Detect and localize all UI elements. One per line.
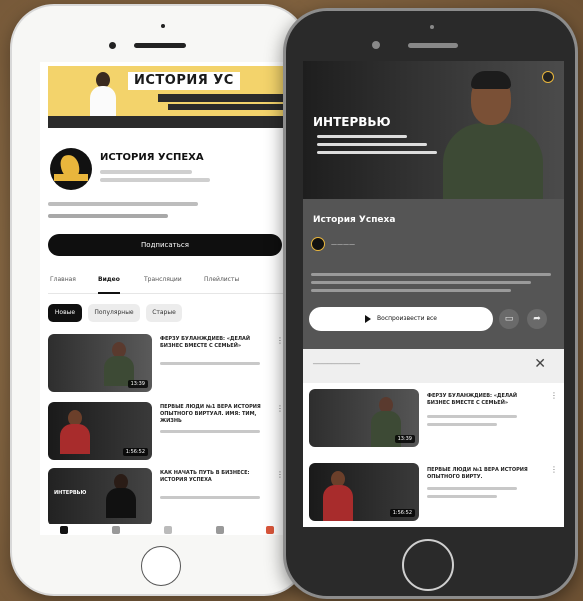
chip-new[interactable]: Новые (48, 304, 82, 322)
home-button[interactable] (402, 539, 454, 591)
video-meta (160, 496, 260, 499)
video-duration: 13:39 (394, 435, 415, 443)
video-title[interactable]: ПЕРВЫЕ ЛЮДИ №1 ВЕРА ИСТОРИЯ ОПЫТНОГО ВИР… (160, 404, 270, 425)
camera-dot (161, 24, 165, 28)
thumbnail-tag: ИНТЕРВЬЮ (54, 490, 87, 496)
chip-old[interactable]: Старые (146, 304, 182, 322)
tab-home[interactable]: Главная (50, 276, 76, 283)
banner-title: ИСТОРИЯ УС (128, 72, 240, 90)
earpiece-speaker (408, 43, 458, 48)
channel-description[interactable] (48, 202, 198, 206)
video-meta (160, 430, 260, 433)
chip-popular[interactable]: Популярные (88, 304, 140, 322)
channel-stats (100, 178, 210, 182)
playlist-screen: ИНТЕРВЬЮ История Успеха ———— Воспроизвес… (303, 61, 564, 527)
home-icon[interactable] (60, 526, 68, 534)
camera-dot (430, 25, 434, 29)
more-vert-icon[interactable]: ⋮ (550, 391, 558, 400)
video-meta (427, 415, 517, 418)
dark-phone: ИНТЕРВЬЮ История Успеха ———— Воспроизвес… (283, 8, 578, 599)
home-button[interactable] (141, 546, 181, 586)
video-meta (160, 362, 260, 365)
front-camera (109, 42, 116, 49)
earpiece-speaker (134, 43, 186, 48)
white-phone: ИСТОРИЯ УС ИСТОРИЯ УСПЕХА Подписаться Гл… (10, 4, 308, 596)
tab-streams[interactable]: Трансляции (144, 276, 182, 283)
channel-handle[interactable]: ———— (331, 241, 355, 248)
video-row[interactable]: 1:56:52 ПЕРВЫЕ ЛЮДИ №1 ВЕРА ИСТОРИЯ ОПЫТ… (48, 402, 286, 460)
channel-banner: ИСТОРИЯ УС (48, 66, 284, 128)
channel-tabs: Главная Видео Трансляции Плейлисты (48, 272, 284, 294)
video-duration: 13:39 (127, 380, 148, 388)
channel-handle (100, 170, 192, 174)
save-playlist-icon[interactable]: ▭ (499, 309, 519, 329)
video-thumbnail[interactable]: 1:56:52 (309, 463, 419, 521)
video-row[interactable]: 13:39 ФЕРЗУ БУЛАНЖДИЕВ: «ДЕЛАЙ БИЗНЕС ВМ… (48, 334, 286, 392)
share-icon[interactable]: ➦ (527, 309, 547, 329)
more-vert-icon[interactable]: ⋮ (550, 465, 558, 474)
video-thumbnail[interactable]: ИНТЕРВЬЮ (48, 468, 152, 526)
bottom-nav (40, 524, 292, 535)
profile-icon[interactable] (266, 526, 274, 534)
channel-screen: ИСТОРИЯ УС ИСТОРИЯ УСПЕХА Подписаться Гл… (40, 62, 292, 535)
close-icon[interactable]: ✕ (534, 356, 546, 372)
channel-badge-icon (542, 71, 554, 83)
playlist-channel-name: История Успеха (313, 215, 396, 225)
search-placeholder: ───────────── (313, 361, 360, 368)
video-title[interactable]: ПЕРВЫЕ ЛЮДИ №1 ВЕРА ИСТОРИЯ ОПЫТНОГО ВИР… (427, 467, 539, 481)
channel-links[interactable] (48, 214, 168, 218)
channel-avatar[interactable] (311, 237, 325, 251)
hero-title: ИНТЕРВЬЮ (313, 115, 391, 129)
video-row[interactable]: ИНТЕРВЬЮ КАК НАЧАТЬ ПУТЬ В БИЗНЕСЕ: ИСТО… (48, 468, 286, 526)
subscribe-button[interactable]: Подписаться (48, 234, 282, 256)
video-thumbnail[interactable]: 1:56:52 (48, 402, 152, 460)
channel-name: ИСТОРИЯ УСПЕХА (100, 152, 204, 163)
video-title[interactable]: ФЕРЗУ БУЛАНЖДИЕВ: «ДЕЛАЙ БИЗНЕС ВМЕСТЕ С… (160, 336, 270, 350)
tab-videos[interactable]: Видео (98, 276, 120, 283)
active-tab-indicator (98, 292, 120, 294)
video-title[interactable]: ФЕРЗУ БУЛАНЖДИЕВ: «ДЕЛАЙ БИЗНЕС ВМЕСТЕ С… (427, 393, 539, 407)
video-duration: 1:56:52 (389, 509, 415, 517)
play-icon (365, 314, 372, 323)
video-thumbnail[interactable]: 13:39 (48, 334, 152, 392)
add-icon[interactable] (164, 526, 172, 534)
subscriptions-icon[interactable] (216, 526, 224, 534)
video-title[interactable]: КАК НАЧАТЬ ПУТЬ В БИЗНЕСЕ: ИСТОРИЯ УСПЕХ… (160, 470, 270, 484)
video-thumbnail[interactable]: 13:39 (309, 389, 419, 447)
shorts-icon[interactable] (112, 526, 120, 534)
tab-playlists[interactable]: Плейлисты (204, 276, 239, 283)
playlist-description (311, 273, 551, 276)
playlist-hero-image[interactable]: ИНТЕРВЬЮ (303, 61, 564, 199)
search-bar[interactable]: ───────────── ✕ (303, 349, 564, 383)
front-camera (372, 41, 380, 49)
channel-avatar[interactable] (50, 148, 92, 190)
playlist-videos: 13:39 ФЕРЗУ БУЛАНЖДИЕВ: «ДЕЛАЙ БИЗНЕС ВМ… (303, 383, 564, 527)
play-all-button[interactable]: Воспроизвести все (309, 307, 493, 331)
video-meta (427, 487, 517, 490)
video-duration: 1:56:52 (122, 448, 148, 456)
